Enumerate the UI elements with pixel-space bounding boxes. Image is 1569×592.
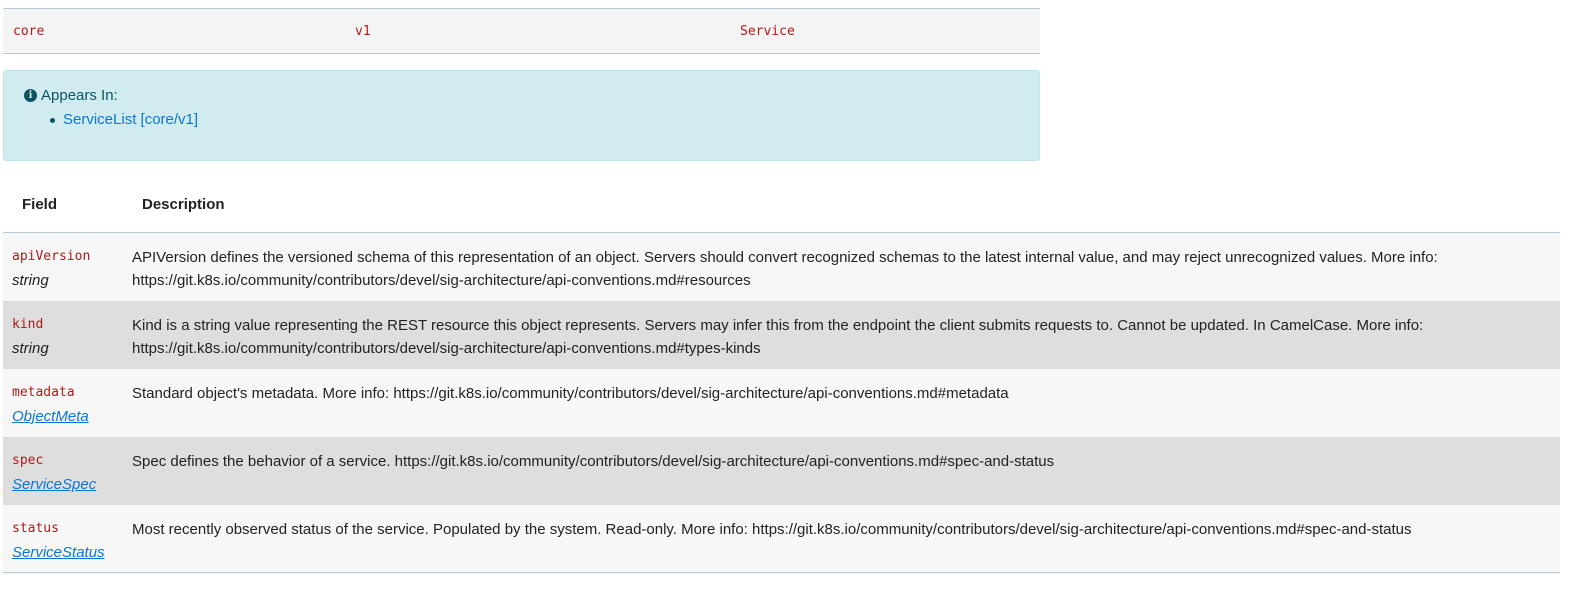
table-row-spec: spec ServiceSpec Spec defines the behavi… xyxy=(3,437,1560,505)
table-row-apiversion: apiVersion string APIVersion defines the… xyxy=(3,233,1560,301)
info-circle-icon: i xyxy=(24,89,37,102)
description-column-header: Description xyxy=(142,196,225,213)
gvk-kind: Service xyxy=(740,24,795,39)
field-name: metadata xyxy=(12,385,75,400)
appears-in-alert: i Appears In: ServiceList [core/v1] xyxy=(3,70,1040,161)
servicestatus-type-link[interactable]: ServiceStatus xyxy=(12,544,105,561)
gvk-group: core xyxy=(13,24,45,39)
servicespec-type-link[interactable]: ServiceSpec xyxy=(12,476,96,493)
appears-in-heading: i Appears In: xyxy=(24,87,118,104)
gvk-version: v1 xyxy=(355,24,371,39)
field-description: Spec defines the behavior of a service. … xyxy=(132,453,1055,470)
gvk-table: core v1 Service xyxy=(3,8,1040,54)
servicelist-link[interactable]: ServiceList [core/v1] xyxy=(63,111,198,128)
fields-table-header: Field Description xyxy=(3,183,1560,233)
appears-in-title: Appears In: xyxy=(41,87,118,104)
field-name: spec xyxy=(12,453,44,468)
api-reference-page: core v1 Service i Appears In: ServiceLis… xyxy=(0,0,1569,592)
appears-in-item: ServiceList [core/v1] xyxy=(47,111,198,128)
table-row-kind: kind string Kind is a string value repre… xyxy=(3,301,1560,369)
field-name: kind xyxy=(12,317,44,332)
appears-in-list: ServiceList [core/v1] xyxy=(47,111,198,128)
field-name: apiVersion xyxy=(12,249,91,264)
table-row-metadata: metadata ObjectMeta Standard object's me… xyxy=(3,369,1560,437)
field-column-header: Field xyxy=(22,196,58,213)
table-row-status: status ServiceStatus Most recently obser… xyxy=(3,505,1560,574)
table-bottom-divider xyxy=(3,572,1560,573)
field-name: status xyxy=(12,521,59,536)
fields-table: Field Description apiVersion string APIV… xyxy=(3,183,1560,574)
field-description: Most recently observed status of the ser… xyxy=(132,521,1412,538)
objectmeta-type-link[interactable]: ObjectMeta xyxy=(12,408,89,425)
field-type: string xyxy=(12,272,49,289)
field-type: string xyxy=(12,340,49,357)
field-description: Kind is a string value representing the … xyxy=(132,317,1424,357)
field-description: Standard object's metadata. More info: h… xyxy=(132,385,1009,402)
field-description: APIVersion defines the versioned schema … xyxy=(132,249,1438,289)
